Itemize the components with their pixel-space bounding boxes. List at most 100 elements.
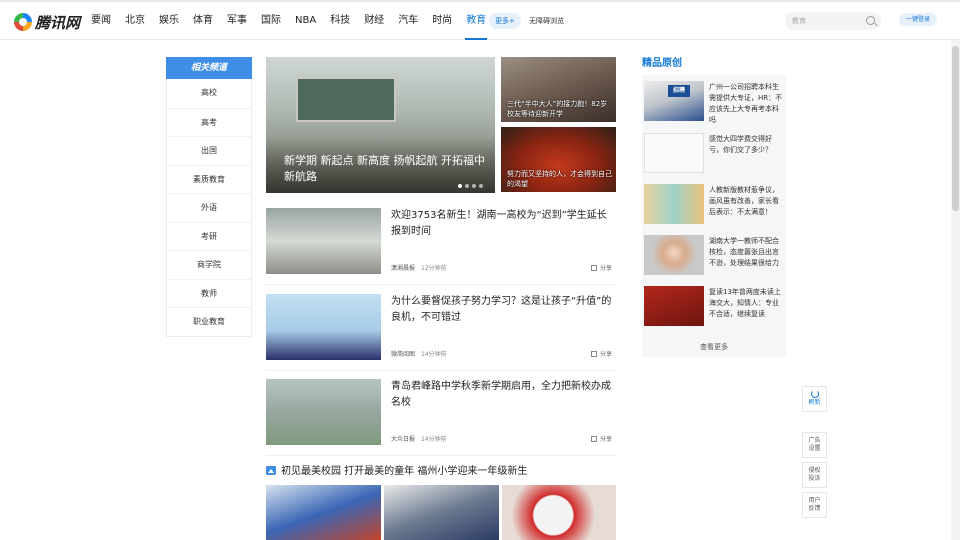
- nav-item-beijing[interactable]: 北京: [118, 2, 152, 40]
- feedback-button[interactable]: 用户 反馈: [802, 492, 827, 518]
- originals-title: 精品原创: [642, 58, 682, 69]
- logo[interactable]: 腾讯网: [14, 11, 80, 33]
- feedback-label-line2: 反馈: [808, 505, 821, 512]
- sidebar-item-kaoyan[interactable]: 考研: [167, 221, 251, 251]
- news-time: 14分钟前: [421, 436, 447, 443]
- news-image[interactable]: [266, 208, 381, 274]
- nav-item-junshi[interactable]: 军事: [220, 2, 254, 40]
- share-button[interactable]: 分享: [590, 349, 612, 358]
- featured-thumb[interactable]: 努力而又坚持的人，才会得到自己的渴望: [501, 127, 616, 192]
- share-icon: [590, 351, 597, 357]
- featured-thumb[interactable]: 三代“半中大人”的接力跑！82岁校友等待迎新开学: [501, 57, 616, 122]
- search-box[interactable]: 教育: [785, 12, 881, 30]
- nav-item-shishang[interactable]: 时尚: [425, 2, 459, 40]
- share-label: 分享: [599, 265, 612, 272]
- share-icon: [590, 436, 597, 442]
- original-title[interactable]: 复读13年曾两度未读上海交大，知情人：专业不合适，继续复读: [709, 287, 784, 320]
- sidebar-item-waiyu[interactable]: 外语: [167, 193, 251, 222]
- original-image[interactable]: [644, 235, 704, 275]
- news-time: 14分钟前: [421, 351, 447, 358]
- nav-item-yaowen[interactable]: 要闻: [84, 2, 118, 40]
- original-title[interactable]: 广州一公司招聘本科生需提供大专证，HR：不应该先上大专再考本科吗: [709, 82, 784, 126]
- nav-item-nba[interactable]: NBA: [288, 2, 323, 40]
- sidebar-list: 高校 高考 出国 素质教育 外语 考研 商学院 教师 职业教育: [166, 79, 252, 337]
- news-title[interactable]: 青岛君峰路中学秋季新学期启用，全力把新校办成名校: [391, 379, 615, 411]
- ad-settings-button[interactable]: 广告 设置: [802, 432, 827, 458]
- original-item[interactable]: 招聘 广州一公司招聘本科生需提供大专证，HR：不应该先上大专再考本科吗: [644, 81, 784, 126]
- news-source: 大众日报: [391, 436, 416, 443]
- original-item[interactable]: 湖南大学一教师不配合核检，态度嚣张且出言不逊，处理结果很给力: [644, 235, 784, 277]
- share-label: 分享: [599, 436, 612, 443]
- hero-image: [296, 77, 396, 122]
- divider: [266, 455, 616, 456]
- sidebar-item-gaoxiao[interactable]: 高校: [167, 79, 251, 108]
- featured-thumb-caption[interactable]: 努力而又坚持的人，才会得到自己的渴望: [507, 169, 612, 189]
- gallery-image[interactable]: [502, 485, 616, 540]
- gallery-title-text[interactable]: 初见最美校园 打开最美的童年 福州小学迎来一年级新生: [281, 466, 527, 477]
- hero-caption[interactable]: 新学期 新起点 新高度 扬帆起航 开拓福中新航路: [284, 153, 494, 185]
- see-more-link[interactable]: 查看更多: [642, 342, 786, 352]
- nav-item-guoji[interactable]: 国际: [254, 2, 288, 40]
- carousel-dot[interactable]: [479, 184, 483, 188]
- news-image[interactable]: [266, 379, 381, 445]
- original-item[interactable]: 人教新版教材惹争议，画风虽有改善，家长看后表示：不太满意！: [644, 184, 784, 226]
- original-image[interactable]: [644, 184, 704, 224]
- sidebar-item-gaokao[interactable]: 高考: [167, 107, 251, 137]
- nav-item-tiyu[interactable]: 体育: [186, 2, 220, 40]
- news-image[interactable]: [266, 294, 381, 360]
- sidebar-item-suzhi[interactable]: 素质教育: [167, 164, 251, 194]
- divider: [266, 370, 616, 371]
- feedback-label-line1: 用户: [808, 497, 821, 504]
- logo-icon: [14, 13, 32, 31]
- hero-slide[interactable]: 新学期 新起点 新高度 扬帆起航 开拓福中新航路: [266, 57, 495, 193]
- originals-panel: 精品原创 招聘 广州一公司招聘本科生需提供大专证，HR：不应该先上大专再考本科吗…: [642, 57, 786, 357]
- original-item[interactable]: 复读13年曾两度未读上海交大，知情人：专业不合适，继续复读: [644, 286, 784, 328]
- news-title[interactable]: 为什么要督促孩子努力学习？这是让孩子“升值”的良机，不可错过: [391, 294, 615, 326]
- gallery-image[interactable]: [266, 485, 381, 540]
- news-source: 微简阅图: [391, 351, 416, 358]
- carousel-dot[interactable]: [472, 184, 476, 188]
- login-button[interactable]: 一键登录: [899, 13, 937, 26]
- sidebar-item-jiaoshi[interactable]: 教师: [167, 278, 251, 308]
- original-image[interactable]: [644, 133, 704, 173]
- refresh-icon: [810, 390, 819, 398]
- gallery-image[interactable]: [384, 485, 499, 540]
- carousel-dot[interactable]: [465, 184, 469, 188]
- related-channels-sidebar: 相关频道 高校 高考 出国 素质教育 外语 考研 商学院 教师 职业教育: [166, 57, 252, 337]
- original-item[interactable]: 感觉大四学费交得好亏，你们交了多少？: [644, 133, 784, 175]
- news-title[interactable]: 欢迎3753名新生！湖南一高校为“迟到”学生延长报到时间: [391, 208, 615, 240]
- accessibility-link[interactable]: 无障碍浏览: [529, 13, 564, 29]
- sidebar-item-chuguo[interactable]: 出国: [167, 136, 251, 165]
- page-scrollbar[interactable]: [951, 40, 960, 540]
- news-item[interactable]: 为什么要督促孩子努力学习？这是让孩子“升值”的良机，不可错过 微简阅图 14分钟前…: [266, 294, 616, 360]
- nav-item-caijing[interactable]: 财经: [357, 2, 391, 40]
- share-icon: [590, 265, 597, 271]
- nav-item-yule[interactable]: 娱乐: [152, 2, 186, 40]
- share-label: 分享: [599, 351, 612, 358]
- sidebar-item-zhiye[interactable]: 职业教育: [167, 307, 251, 336]
- report-button[interactable]: 侵权 投诉: [802, 462, 827, 488]
- share-button[interactable]: 分享: [590, 434, 612, 443]
- sidebar-item-shangxueyuan[interactable]: 商学院: [167, 250, 251, 279]
- report-label-line1: 侵权: [808, 467, 821, 474]
- original-title[interactable]: 感觉大四学费交得好亏，你们交了多少？: [709, 134, 784, 156]
- original-title[interactable]: 人教新版教材惹争议，画风虽有改善，家长看后表示：不太满意！: [709, 185, 784, 218]
- nav-item-keji[interactable]: 科技: [323, 2, 357, 40]
- news-meta: 微简阅图 14分钟前: [391, 349, 447, 358]
- refresh-button[interactable]: 刷新: [802, 386, 827, 412]
- search-icon[interactable]: [866, 16, 875, 25]
- nav-item-qiche[interactable]: 汽车: [391, 2, 425, 40]
- scrollbar-thumb[interactable]: [952, 46, 959, 211]
- featured-thumb-caption[interactable]: 三代“半中大人”的接力跑！82岁校友等待迎新开学: [507, 99, 612, 119]
- original-title[interactable]: 湖南大学一教师不配合核检，态度嚣张且出言不逊，处理结果很给力: [709, 236, 784, 269]
- carousel-dot[interactable]: [458, 184, 462, 188]
- news-item[interactable]: 欢迎3753名新生！湖南一高校为“迟到”学生延长报到时间 潇湘晨报 12分钟前 分…: [266, 208, 616, 274]
- gallery-title[interactable]: 初见最美校园 打开最美的童年 福州小学迎来一年级新生: [266, 465, 527, 479]
- search-input[interactable]: 教育: [792, 12, 806, 30]
- recruit-badge: 招聘: [668, 85, 690, 97]
- share-button[interactable]: 分享: [590, 263, 612, 272]
- original-image[interactable]: [644, 286, 704, 326]
- original-image[interactable]: 招聘: [644, 81, 704, 121]
- more-channels-button[interactable]: 更多+: [489, 13, 521, 29]
- news-item[interactable]: 青岛君峰路中学秋季新学期启用，全力把新校办成名校 大众日报 14分钟前 分享: [266, 379, 616, 445]
